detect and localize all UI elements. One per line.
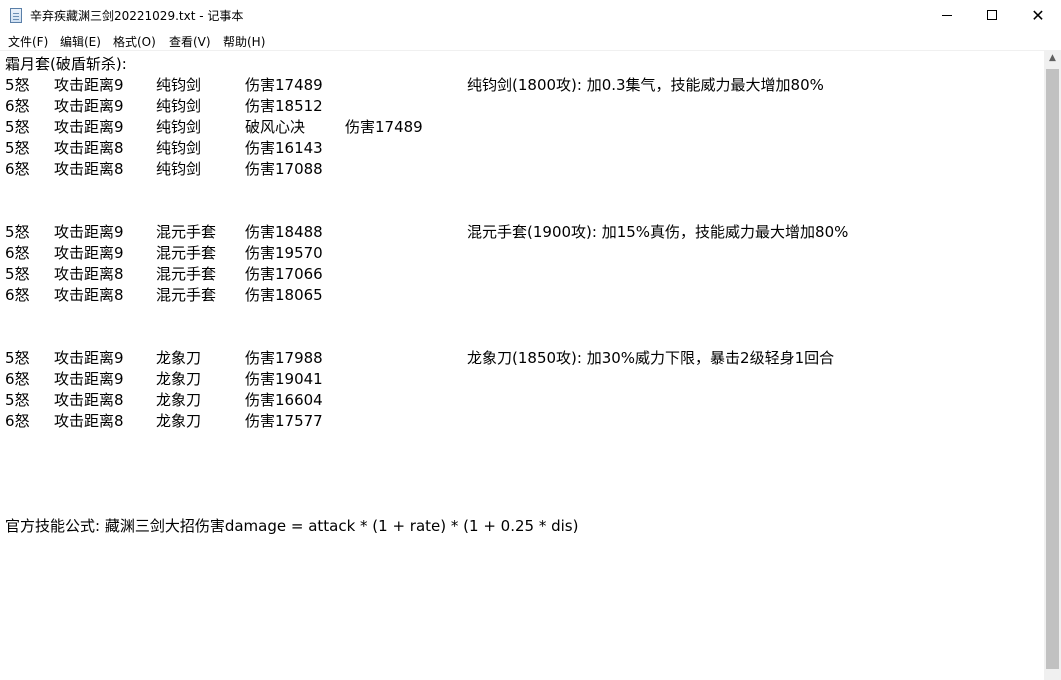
rage-value: 6怒 (5, 97, 30, 115)
weapon-name: 龙象刀 (156, 412, 202, 430)
menu-help[interactable]: 帮助(H) (223, 33, 265, 50)
vertical-scrollbar[interactable]: ▲ (1044, 50, 1061, 680)
damage-value: 伤害18488 (245, 223, 323, 241)
rage-value: 5怒 (5, 349, 30, 367)
skill-name: 破风心决 (245, 118, 306, 136)
rage-value: 5怒 (5, 139, 30, 157)
close-icon: ✕ (1031, 6, 1045, 25)
weapon-name: 混元手套 (156, 244, 217, 262)
maximize-icon (987, 10, 997, 20)
weapon-note: 龙象刀(1850攻): 加30%威力下限，暴击2级轻身1回合 (467, 349, 835, 367)
attack-distance: 攻击距离8 (54, 265, 124, 283)
weapon-name: 纯钧剑 (156, 139, 202, 157)
attack-distance: 攻击距离8 (54, 286, 124, 304)
window-title: 辛弃疾藏渊三剑20221029.txt - 记事本 (30, 9, 244, 23)
attack-distance: 攻击距离8 (54, 160, 124, 178)
weapon-name: 纯钧剑 (156, 160, 202, 178)
text-editor[interactable]: 霜月套(破盾斩杀): 5怒 攻击距离9 纯钧剑 伤害17489 纯钧剑(1800… (0, 50, 1044, 680)
rage-value: 6怒 (5, 412, 30, 430)
rage-value: 6怒 (5, 160, 30, 178)
attack-distance: 攻击距离9 (54, 370, 124, 388)
attack-distance: 攻击距离8 (54, 391, 124, 409)
rage-value: 5怒 (5, 118, 30, 136)
rage-value: 6怒 (5, 370, 30, 388)
damage-value: 伤害17066 (245, 265, 323, 283)
menu-edit[interactable]: 编辑(E) (60, 33, 101, 50)
weapon-name: 龙象刀 (156, 370, 202, 388)
attack-distance: 攻击距离9 (54, 244, 124, 262)
menu-file[interactable]: 文件(F) (8, 33, 48, 50)
damage-value: 伤害17489 (245, 76, 323, 94)
weapon-name: 混元手套 (156, 265, 217, 283)
rage-value: 5怒 (5, 223, 30, 241)
weapon-note: 纯钧剑(1800攻): 加0.3集气，技能威力最大增加80% (467, 76, 824, 94)
close-button[interactable]: ✕ (1015, 0, 1061, 31)
maximize-button[interactable] (969, 0, 1015, 31)
damage-value: 伤害16604 (245, 391, 323, 409)
scroll-up-arrow-icon[interactable]: ▲ (1044, 50, 1061, 67)
weapon-name: 纯钧剑 (156, 97, 202, 115)
weapon-name: 混元手套 (156, 286, 217, 304)
damage-value: 伤害17088 (245, 160, 323, 178)
attack-distance: 攻击距离8 (54, 139, 124, 157)
rage-value: 5怒 (5, 391, 30, 409)
notepad-icon (10, 8, 22, 23)
damage-value: 伤害17988 (245, 349, 323, 367)
damage-value: 伤害18065 (245, 286, 323, 304)
rage-value: 6怒 (5, 286, 30, 304)
damage-value: 伤害19570 (245, 244, 323, 262)
attack-distance: 攻击距离9 (54, 97, 124, 115)
weapon-note: 混元手套(1900攻): 加15%真伤，技能威力最大增加80% (467, 223, 849, 241)
damage-value: 伤害17489 (345, 118, 423, 136)
weapon-name: 纯钧剑 (156, 118, 202, 136)
damage-value: 伤害19041 (245, 370, 323, 388)
section-header: 霜月套(破盾斩杀): (5, 55, 127, 73)
rage-value: 5怒 (5, 265, 30, 283)
title-bar[interactable]: 辛弃疾藏渊三剑20221029.txt - 记事本 ✕ (0, 0, 1061, 31)
scroll-thumb[interactable] (1046, 69, 1059, 669)
notepad-window: 辛弃疾藏渊三剑20221029.txt - 记事本 ✕ 文件(F) 编辑(E) … (0, 0, 1061, 680)
menu-view[interactable]: 查看(V) (169, 33, 211, 50)
menu-bar: 文件(F) 编辑(E) 格式(O) 查看(V) 帮助(H) (0, 31, 1061, 50)
damage-value: 伤害18512 (245, 97, 323, 115)
attack-distance: 攻击距离9 (54, 349, 124, 367)
formula-text: 官方技能公式: 藏渊三剑大招伤害damage = attack * (1 + r… (5, 517, 579, 535)
menu-format[interactable]: 格式(O) (113, 33, 156, 50)
attack-distance: 攻击距离9 (54, 223, 124, 241)
weapon-name: 纯钧剑 (156, 76, 202, 94)
minimize-icon (942, 15, 952, 16)
rage-value: 6怒 (5, 244, 30, 262)
attack-distance: 攻击距离8 (54, 412, 124, 430)
minimize-button[interactable] (924, 0, 970, 31)
damage-value: 伤害17577 (245, 412, 323, 430)
attack-distance: 攻击距离9 (54, 118, 124, 136)
weapon-name: 混元手套 (156, 223, 217, 241)
weapon-name: 龙象刀 (156, 391, 202, 409)
damage-value: 伤害16143 (245, 139, 323, 157)
weapon-name: 龙象刀 (156, 349, 202, 367)
rage-value: 5怒 (5, 76, 30, 94)
attack-distance: 攻击距离9 (54, 76, 124, 94)
